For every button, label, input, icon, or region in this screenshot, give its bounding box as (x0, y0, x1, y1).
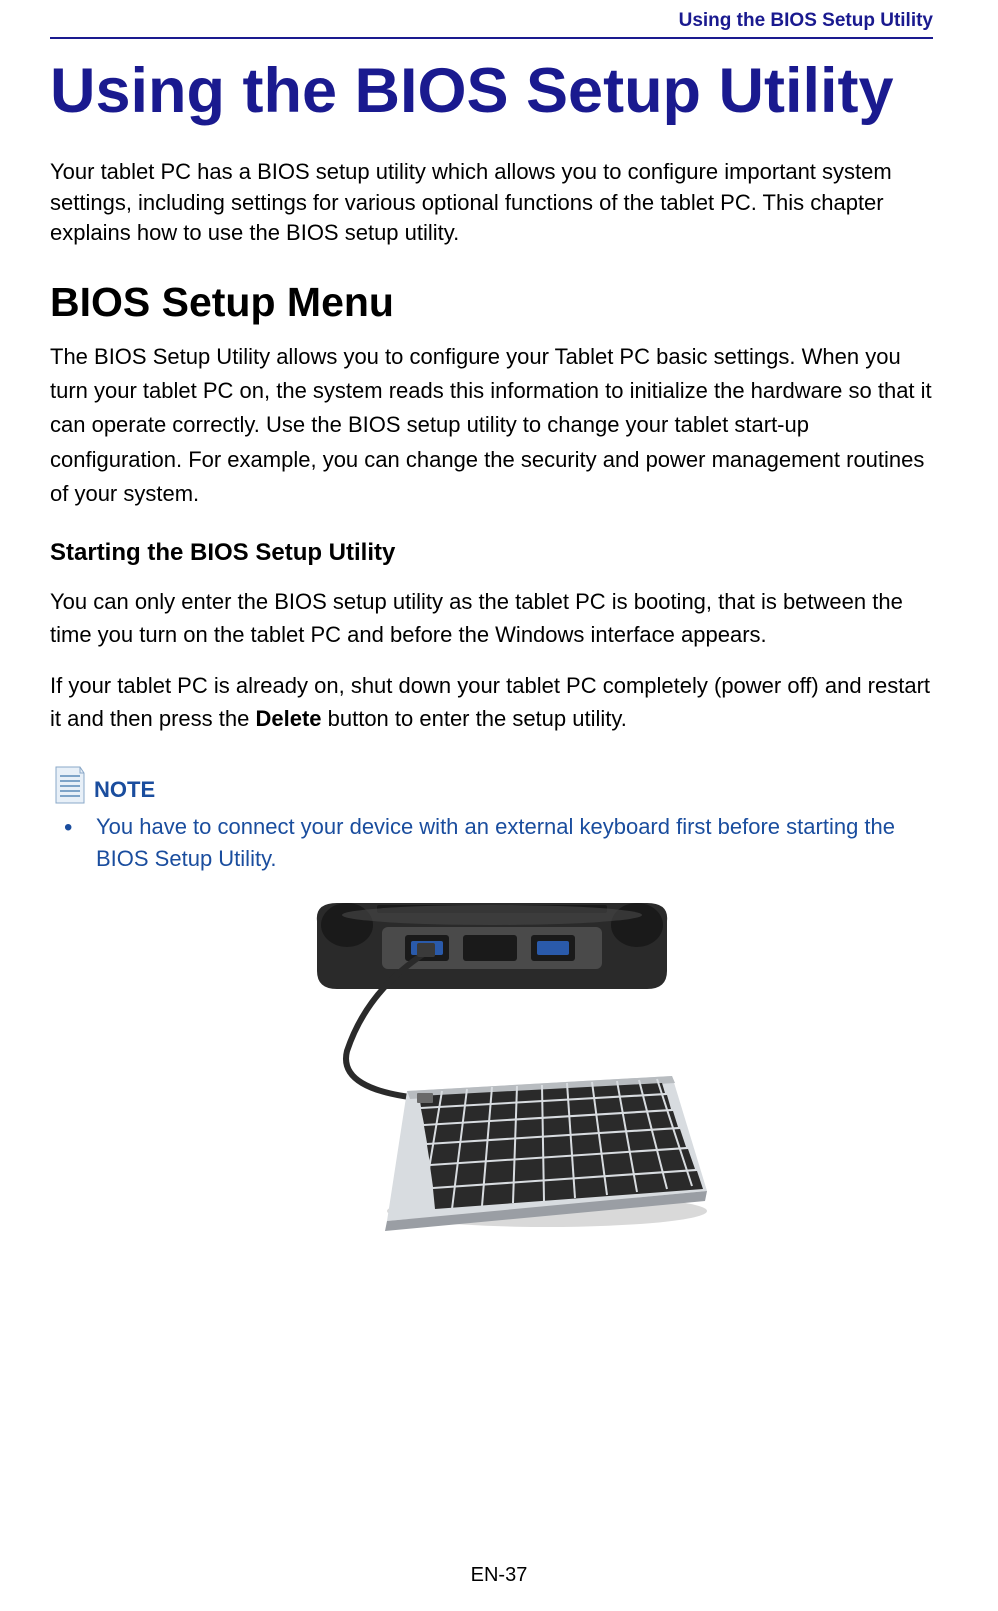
page-title: Using the BIOS Setup Utility (50, 51, 933, 133)
note-list: You have to connect your device with an … (50, 811, 933, 875)
device-keyboard-image (277, 891, 707, 1231)
section-paragraph-bios-menu: The BIOS Setup Utility allows you to con… (50, 340, 933, 510)
device-image-container (50, 891, 933, 1231)
page-footer: EN-37 (0, 1564, 998, 1587)
p2-bold-delete: Delete (255, 706, 321, 731)
note-icon (50, 763, 88, 805)
paragraph-starting-2: If your tablet PC is already on, shut do… (50, 669, 933, 735)
note-list-item: You have to connect your device with an … (58, 811, 933, 875)
note-block: NOTE You have to connect your device wit… (50, 763, 933, 875)
note-label: NOTE (94, 777, 155, 805)
note-header: NOTE (50, 763, 933, 805)
running-header: Using the BIOS Setup Utility (50, 10, 933, 39)
intro-paragraph: Your tablet PC has a BIOS setup utility … (50, 157, 933, 249)
section-heading-bios-menu: BIOS Setup Menu (50, 279, 933, 326)
p2-suffix: button to enter the setup utility. (322, 706, 627, 731)
paragraph-starting-1: You can only enter the BIOS setup utilit… (50, 585, 933, 651)
subsection-heading-starting: Starting the BIOS Setup Utility (50, 539, 933, 567)
